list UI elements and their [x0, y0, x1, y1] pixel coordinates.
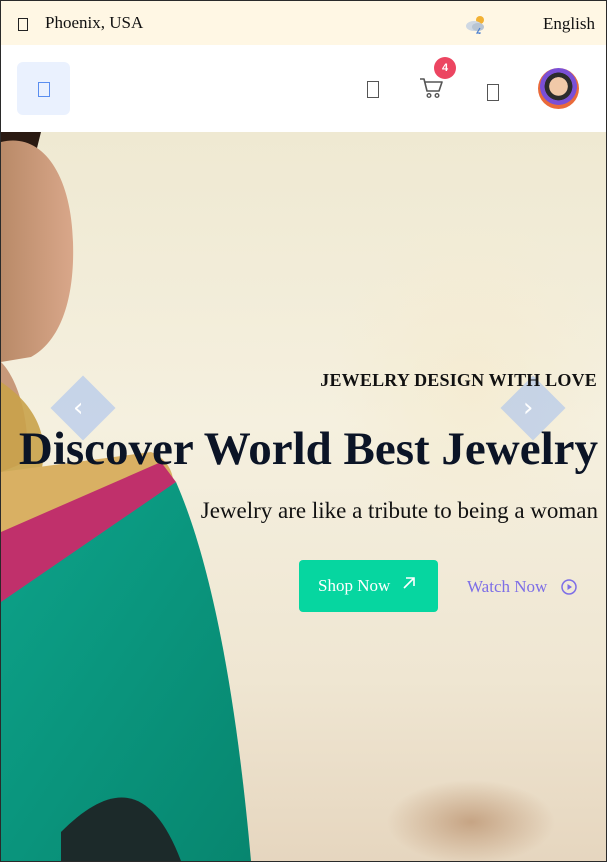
- chevron-left-icon: ‹: [73, 393, 84, 423]
- location-pin-icon: [18, 18, 28, 31]
- watch-now-button[interactable]: Watch Now: [467, 574, 579, 600]
- hero-subtitle: Jewelry are like a tribute to being a wo…: [200, 498, 598, 523]
- cloud-sun-icon: [466, 16, 484, 34]
- location-label: Phoenix, USA: [45, 13, 144, 32]
- menu-button[interactable]: [17, 62, 70, 115]
- search-icon[interactable]: [367, 81, 379, 98]
- hero-eyebrow: JEWELRY DESIGN WITH LOVE: [320, 370, 597, 390]
- app-frame: Phoenix, USA English 4 ‹ › JEWELRY DESIG…: [0, 0, 607, 862]
- hero-model-image: [1, 132, 251, 861]
- hero-title: Discover World Best Jewelry: [18, 423, 598, 475]
- chevron-right-icon: ›: [523, 393, 534, 423]
- cart-count-badge: 4: [434, 57, 456, 79]
- watch-now-label: Watch Now: [467, 577, 548, 596]
- hero-banner: ‹ › JEWELRY DESIGN WITH LOVE Discover Wo…: [1, 132, 606, 861]
- language-selector[interactable]: English: [543, 14, 595, 34]
- cart-icon[interactable]: [419, 77, 443, 99]
- shop-now-button[interactable]: Shop Now: [299, 560, 438, 612]
- heart-icon[interactable]: [487, 84, 499, 101]
- user-avatar[interactable]: [538, 68, 579, 109]
- top-bar: Phoenix, USA English: [1, 1, 606, 45]
- main-header: 4: [1, 45, 606, 132]
- play-circle-icon: [561, 579, 577, 595]
- menu-icon: [38, 82, 50, 97]
- arrow-up-right-icon: [403, 577, 415, 589]
- shop-now-label: Shop Now: [318, 576, 391, 595]
